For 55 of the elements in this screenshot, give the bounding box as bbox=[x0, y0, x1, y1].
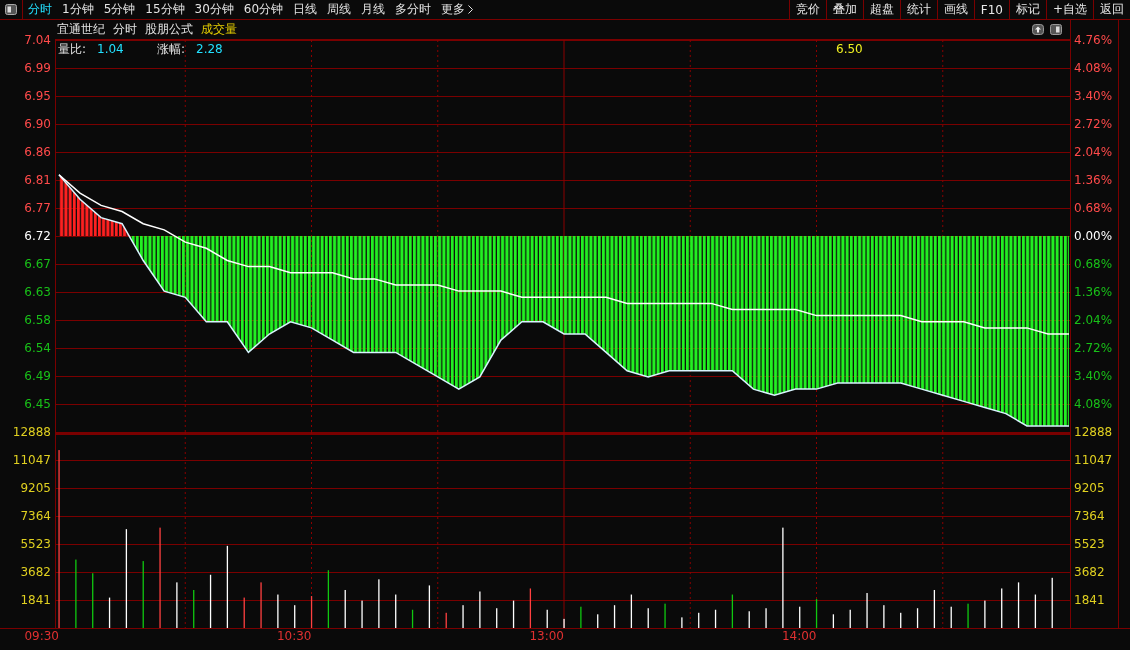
axis-label: 7.04 bbox=[24, 33, 51, 47]
axis-label: 2.04% bbox=[1074, 313, 1113, 327]
axis-label: 6.63 bbox=[24, 284, 51, 299]
axis-label: 1841 bbox=[20, 593, 51, 607]
axis-label: 11047 bbox=[1074, 453, 1113, 467]
axis-label: 5523 bbox=[1074, 537, 1105, 551]
axis-label: 7364 bbox=[1074, 509, 1105, 523]
axis-label: 3.40% bbox=[1074, 89, 1113, 103]
axis-label: 2.72% bbox=[1074, 341, 1113, 355]
axis-label: 0.68% bbox=[1074, 201, 1113, 215]
info-label: 涨幅: bbox=[157, 40, 187, 58]
time-label: 09:30 bbox=[24, 629, 59, 643]
axis-label: 9205 bbox=[20, 481, 51, 495]
stock-name: 宜通世纪 bbox=[57, 21, 105, 38]
axis-label: 3.40% bbox=[1074, 369, 1113, 383]
axis-label: 3682 bbox=[1074, 565, 1105, 579]
axis-label: 12888 bbox=[12, 425, 51, 439]
axis-label: 6.99 bbox=[24, 61, 51, 75]
axis-label: 7364 bbox=[20, 509, 51, 523]
view-label: 分时 bbox=[113, 21, 137, 38]
time-label: 10:30 bbox=[276, 629, 312, 643]
axis-label: 3682 bbox=[20, 565, 51, 579]
info-label: 量比: bbox=[58, 40, 88, 58]
axis-label: 6.81 bbox=[24, 173, 51, 187]
axis-label: 0.68% bbox=[1074, 257, 1113, 271]
indicator-label: 成交量 bbox=[201, 21, 237, 38]
axis-label: 5523 bbox=[20, 537, 51, 551]
axis-label: 2.72% bbox=[1074, 117, 1113, 131]
time-label: 14:00 bbox=[781, 629, 817, 643]
axis-label: 6.67 bbox=[24, 257, 51, 271]
axis-label: 1.36% bbox=[1074, 173, 1113, 187]
axis-label: 0.00% bbox=[1074, 229, 1113, 243]
axis-label: 6.86 bbox=[24, 145, 51, 159]
axis-label: 4.08% bbox=[1074, 397, 1113, 411]
info-value: 1.04 bbox=[97, 42, 125, 56]
axis-label: 6.45 bbox=[24, 397, 51, 411]
axis-label: 12888 bbox=[1074, 425, 1113, 439]
axis-label: 11047 bbox=[12, 453, 51, 467]
axis-label: 6.95 bbox=[24, 88, 51, 103]
axis-label: 4.08% bbox=[1074, 61, 1113, 75]
axis-label: 4.76% bbox=[1074, 33, 1113, 47]
axis-label: 2.04% bbox=[1074, 145, 1113, 159]
axis-label: 6.54 bbox=[24, 341, 51, 355]
axis-label: 6.58 bbox=[24, 312, 51, 327]
formula-label: 股朋公式 bbox=[145, 21, 193, 38]
axis-label: 1.36% bbox=[1074, 285, 1113, 299]
time-label: 13:00 bbox=[529, 629, 564, 643]
axis-label: 6.72 bbox=[24, 229, 51, 243]
axis-label: 6.90 bbox=[24, 116, 51, 131]
axis-label: 6.77 bbox=[24, 201, 51, 215]
axis-label: 6.49 bbox=[24, 369, 51, 383]
axis-label: 9205 bbox=[1074, 481, 1105, 495]
axis-label: 1841 bbox=[1074, 593, 1105, 607]
cursor-price: 6.50 bbox=[836, 42, 863, 56]
info-value: 2.28 bbox=[196, 42, 224, 56]
